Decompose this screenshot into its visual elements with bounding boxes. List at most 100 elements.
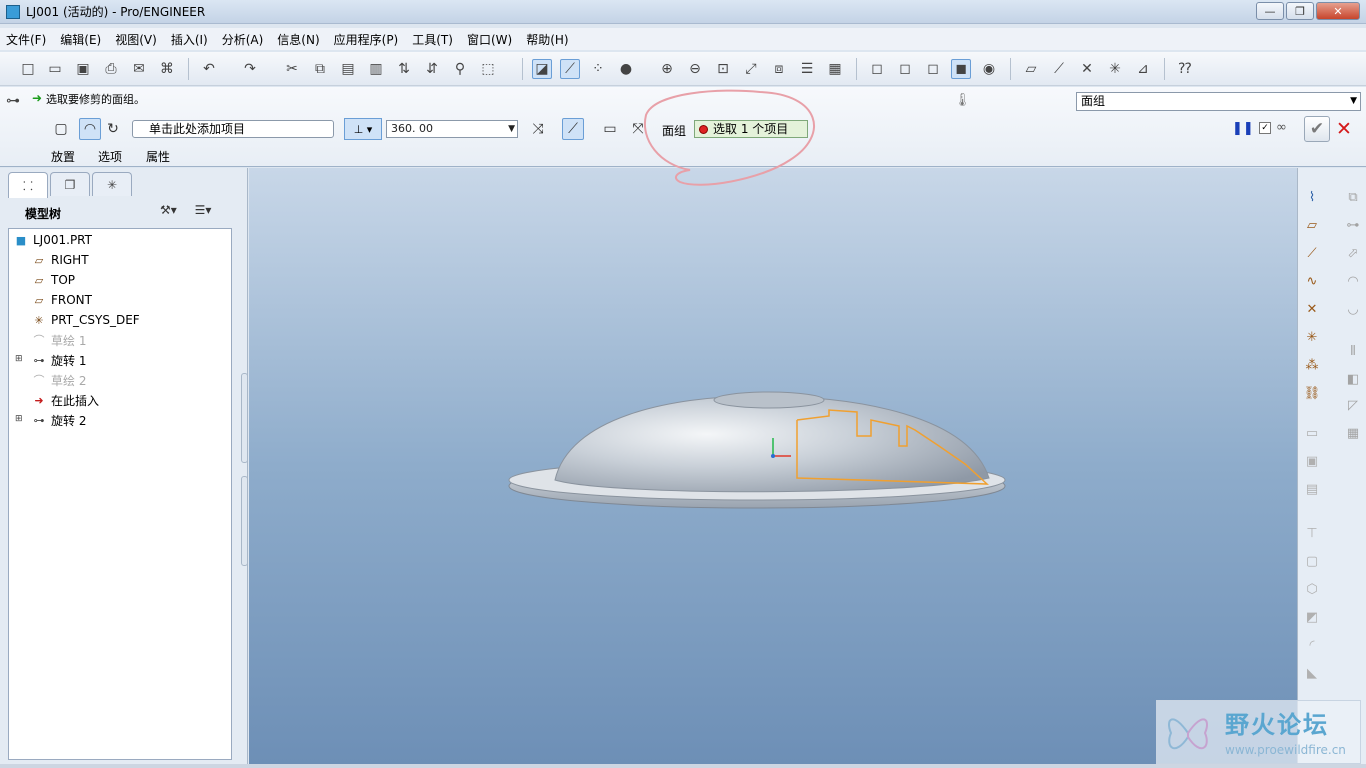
select-box-icon[interactable]: ⬚ (478, 59, 498, 79)
menu-view[interactable]: 视图(V) (115, 31, 157, 48)
menu-insert[interactable]: 插入(I) (171, 31, 208, 48)
open-file-icon[interactable]: ▭ (45, 59, 65, 79)
graphics-window[interactable] (249, 168, 1297, 764)
mirror-icon[interactable]: ⫴ (1342, 340, 1364, 362)
tree-item-right[interactable]: ▱ RIGHT (31, 251, 89, 269)
offset-icon[interactable]: ◩ (1301, 606, 1323, 628)
cancel-button[interactable]: ✕ (1336, 118, 1352, 140)
tree-item-insert-here[interactable]: ➜ 在此插入 (31, 391, 99, 409)
datum-point-tool-icon[interactable]: ✕ (1301, 298, 1323, 320)
plane-display-icon[interactable]: ▱ (1021, 59, 1041, 79)
pause-icon[interactable]: ❚❚ (1232, 121, 1254, 136)
menu-analysis[interactable]: 分析(A) (222, 31, 264, 48)
datum-curve-tool-icon[interactable]: ∿ (1301, 270, 1323, 292)
tree-item-top[interactable]: ▱ TOP (31, 271, 75, 289)
paste-special-icon[interactable]: ▥ (366, 59, 386, 79)
annotation-toggle-icon[interactable]: ⊿ (1133, 59, 1153, 79)
tree-tools-icon[interactable]: ⚒▾ (160, 203, 177, 217)
redo-icon[interactable]: ↷ (240, 59, 260, 79)
flip-direction-button[interactable]: ⤨ (527, 118, 549, 140)
save-icon[interactable]: ▣ (73, 59, 93, 79)
send-link-icon[interactable]: ⌘ (157, 59, 177, 79)
hole-icon[interactable]: ▭ (1301, 422, 1323, 444)
boundary-blend-icon[interactable]: ◡ (1342, 298, 1364, 320)
trim-icon[interactable]: ◸ (1342, 394, 1364, 416)
round-icon[interactable]: ▢ (1301, 550, 1323, 572)
rib-icon[interactable]: ▤ (1301, 478, 1323, 500)
regenerate-icon[interactable]: ⇅ (394, 59, 414, 79)
csys-tool-icon[interactable]: ✳ (1301, 326, 1323, 348)
revolve-axis-button[interactable]: ↻ (102, 118, 124, 140)
analysis-feature-icon[interactable]: ⁂ (1301, 354, 1323, 376)
angle-option-button[interactable]: ⊥ ▾ (344, 118, 382, 140)
view-manager-icon[interactable]: ▦ (825, 59, 845, 79)
solid-type-button[interactable]: ▢ (50, 118, 72, 140)
shell-icon[interactable]: ▣ (1301, 450, 1323, 472)
menu-file[interactable]: 文件(F) (6, 31, 46, 48)
menu-edit[interactable]: 编辑(E) (60, 31, 101, 48)
menu-help[interactable]: 帮助(H) (526, 31, 568, 48)
chamfer-icon[interactable]: ⬡ (1301, 578, 1323, 600)
refit-icon[interactable]: ⊡ (713, 59, 733, 79)
layers-icon[interactable]: ☰ (797, 59, 817, 79)
wireframe-icon[interactable]: ◻ (867, 59, 887, 79)
blend-icon[interactable]: ◠ (1342, 270, 1364, 292)
hidden-line-icon[interactable]: ◻ (895, 59, 915, 79)
point-toggle-icon[interactable]: ✕ (1077, 59, 1097, 79)
tree-item-sketch-2[interactable]: ⌒ 草绘 2 (31, 371, 87, 389)
tree-item-csys[interactable]: ✳ PRT_CSYS_DEF (31, 311, 139, 329)
sketch-tool-icon[interactable]: ⌇ (1301, 186, 1323, 208)
menu-applications[interactable]: 应用程序(P) (334, 31, 399, 48)
thicken-sketch-button[interactable]: ▭ (599, 118, 621, 140)
solidify-icon[interactable]: ◣ (1301, 662, 1323, 684)
datum-axis-tool-icon[interactable]: ⟋ (1301, 242, 1323, 264)
tab-folder-browser[interactable]: ❐ (50, 172, 90, 196)
revolve-tool-icon[interactable]: ⊶ (1342, 214, 1364, 236)
no-hidden-icon[interactable]: ◻ (923, 59, 943, 79)
zoom-in-icon[interactable]: ⊕ (657, 59, 677, 79)
axis-display-icon[interactable]: ⟋ (560, 59, 580, 79)
shading-icon[interactable]: ● (616, 59, 636, 79)
panel-splitter-handle[interactable] (241, 373, 248, 463)
expand-icon[interactable]: ⊞ (15, 414, 23, 424)
enhanced-realism-icon[interactable]: ◉ (979, 59, 999, 79)
copy-icon[interactable]: ⧉ (310, 59, 330, 79)
regenerate-manager-icon[interactable]: ⇵ (422, 59, 442, 79)
send-mail-icon[interactable]: ✉ (129, 59, 149, 79)
menu-tools[interactable]: 工具(T) (412, 31, 453, 48)
tab-properties[interactable]: 属性 (146, 148, 170, 165)
expand-icon[interactable]: ⊞ (15, 354, 23, 364)
reorient-icon[interactable]: ⤢ (741, 59, 761, 79)
menu-window[interactable]: 窗口(W) (467, 31, 512, 48)
undo-icon[interactable]: ↶ (199, 59, 219, 79)
axis-collector-field[interactable]: 单击此处添加项目 (132, 120, 334, 138)
restore-button[interactable]: ❐ (1286, 2, 1314, 20)
tree-item-sketch-1[interactable]: ⌒ 草绘 1 (31, 331, 87, 349)
cut-icon[interactable]: ✂ (282, 59, 302, 79)
print-icon[interactable]: ⎙ (101, 59, 121, 79)
datum-plane-tool-icon[interactable]: ▱ (1301, 214, 1323, 236)
quilt-collector[interactable]: 选取 1 个项目 (694, 120, 808, 138)
merge-icon[interactable]: ◧ (1342, 368, 1364, 390)
angle-input[interactable]: 360. 00 ▼ (386, 120, 518, 138)
remove-material-button[interactable]: ⟋ (562, 118, 584, 140)
flip-material-button[interactable]: ⤧ (627, 118, 649, 140)
tree-item-part[interactable]: ■ LJ001.PRT (13, 231, 92, 249)
saved-views-icon[interactable]: ⧈ (769, 59, 789, 79)
tab-favorites[interactable]: ✳ (92, 172, 132, 196)
paste-icon[interactable]: ▤ (338, 59, 358, 79)
datum-display-icon[interactable]: ◪ (532, 59, 552, 79)
context-help-icon[interactable]: ⁇ (1175, 59, 1195, 79)
top-hole[interactable] (713, 391, 825, 409)
close-button[interactable]: ✕ (1316, 2, 1360, 20)
point-display-icon[interactable]: ⁘ (588, 59, 608, 79)
ok-button[interactable]: ✔ (1304, 116, 1330, 142)
tree-item-revolve-2[interactable]: ⊶ 旋转 2 (31, 411, 87, 429)
tree-item-front[interactable]: ▱ FRONT (31, 291, 92, 309)
dome-surface[interactable] (554, 395, 990, 493)
draft-icon[interactable]: ⊤ (1301, 522, 1323, 544)
surface-type-button[interactable]: ◠ (79, 118, 101, 140)
selection-filter-select[interactable]: 面组 ▼ (1076, 92, 1361, 111)
thicken-icon[interactable]: ◜ (1301, 634, 1323, 656)
chain-link-icon[interactable]: ⛓ (1301, 382, 1323, 404)
